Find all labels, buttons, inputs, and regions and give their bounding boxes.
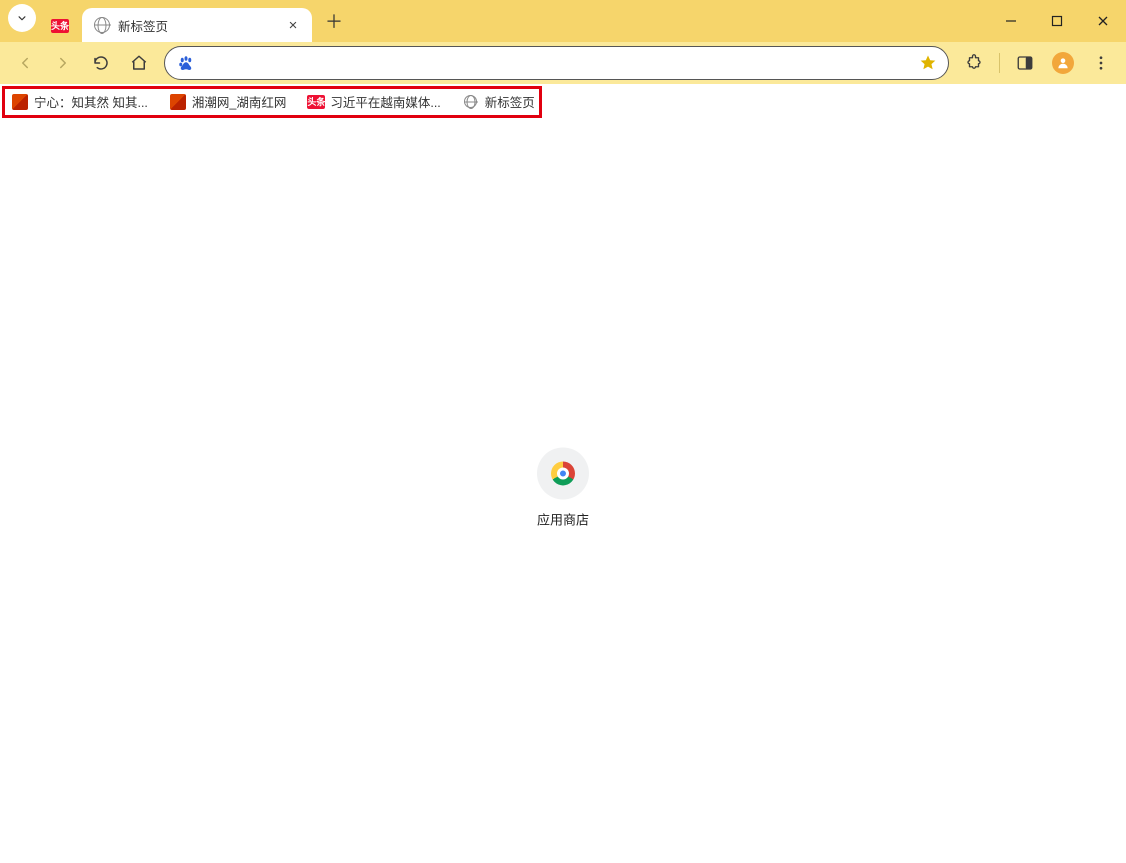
globe-favicon-icon	[463, 94, 479, 110]
close-icon	[1097, 15, 1109, 27]
tab-strip: 头条 新标签页 × ＋	[0, 0, 1126, 42]
active-tab[interactable]: 新标签页 ×	[82, 8, 312, 42]
address-input[interactable]	[203, 55, 906, 71]
sidepanel-button[interactable]	[1008, 46, 1042, 80]
window-controls	[988, 0, 1126, 42]
back-button[interactable]	[8, 46, 42, 80]
bookmarks-bar-wrap: 宁心：知其然 知其... 湘潮网_湖南红网 头条 习近平在越南媒体... 新标签…	[0, 84, 1126, 120]
globe-icon	[94, 17, 110, 33]
bookmark-item[interactable]: 湘潮网_湖南红网	[166, 88, 290, 115]
maximize-icon	[1051, 15, 1063, 27]
address-bar[interactable]	[164, 46, 949, 80]
star-icon	[919, 54, 937, 72]
arrow-left-icon	[16, 54, 34, 72]
tab-close-button[interactable]: ×	[284, 16, 302, 34]
forward-button[interactable]	[46, 46, 80, 80]
baidu-paw-icon	[177, 54, 195, 72]
rednet-favicon-icon	[170, 94, 186, 110]
minimize-icon	[1005, 15, 1017, 27]
chrome-menu-button[interactable]	[1084, 46, 1118, 80]
toutiao-favicon-icon: 头条	[308, 94, 324, 110]
rednet-favicon-icon	[12, 94, 28, 110]
profile-button[interactable]	[1046, 46, 1080, 80]
bookmark-item[interactable]: 新标签页	[459, 88, 539, 115]
reload-button[interactable]	[84, 46, 118, 80]
shortcut-tile	[537, 447, 589, 499]
puzzle-icon	[965, 54, 983, 72]
bookmark-label: 习近平在越南媒体...	[330, 92, 440, 111]
close-window-button[interactable]	[1080, 0, 1126, 42]
avatar-icon	[1050, 50, 1076, 76]
bookmark-label: 湘潮网_湖南红网	[192, 92, 286, 111]
new-tab-button[interactable]: ＋	[320, 7, 348, 35]
ntp-shortcut[interactable]: 应用商店	[537, 447, 589, 528]
chevron-down-icon	[15, 11, 29, 25]
new-tab-page: 应用商店	[0, 120, 1126, 863]
bookmark-item[interactable]: 宁心：知其然 知其...	[8, 88, 152, 115]
home-button[interactable]	[122, 46, 156, 80]
home-icon	[130, 54, 148, 72]
arrow-right-icon	[54, 54, 72, 72]
sidepanel-icon	[1016, 54, 1034, 72]
extensions-button[interactable]	[957, 46, 991, 80]
shortcut-label: 应用商店	[537, 509, 589, 528]
toolbar-divider	[999, 53, 1000, 73]
minimize-button[interactable]	[988, 0, 1034, 42]
bookmark-star-button[interactable]	[914, 49, 942, 77]
reload-icon	[92, 54, 110, 72]
bookmarks-bar: 宁心：知其然 知其... 湘潮网_湖南红网 头条 习近平在越南媒体... 新标签…	[0, 87, 547, 117]
kebab-icon	[1092, 54, 1110, 72]
chrome-logo-icon	[551, 461, 575, 485]
pinned-tab[interactable]: 头条	[42, 10, 78, 42]
maximize-button[interactable]	[1034, 0, 1080, 42]
bookmark-label: 新标签页	[485, 92, 535, 111]
toutiao-icon: 头条	[51, 19, 69, 33]
toolbar	[0, 42, 1126, 84]
tab-title: 新标签页	[118, 16, 276, 35]
bookmark-item[interactable]: 头条 习近平在越南媒体...	[304, 88, 444, 115]
bookmark-label: 宁心：知其然 知其...	[34, 92, 148, 111]
search-tabs-button[interactable]	[8, 4, 36, 32]
